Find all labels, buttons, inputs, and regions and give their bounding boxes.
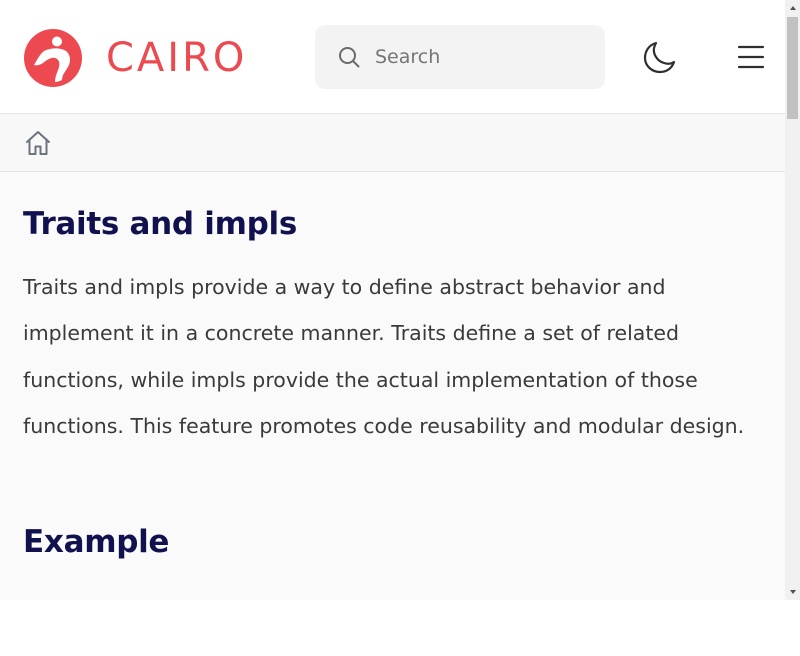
hamburger-menu-icon[interactable] bbox=[733, 41, 769, 73]
moon-icon[interactable] bbox=[640, 37, 680, 77]
search-input[interactable] bbox=[375, 25, 595, 89]
site-logo[interactable]: CAIRO bbox=[24, 29, 247, 87]
search-icon bbox=[339, 47, 360, 68]
scroll-up-arrow-icon[interactable] bbox=[785, 0, 800, 16]
home-icon[interactable] bbox=[23, 128, 53, 158]
breadcrumb bbox=[0, 114, 785, 172]
scrollbar-thumb[interactable] bbox=[787, 17, 798, 119]
search-box[interactable] bbox=[315, 25, 605, 89]
intro-paragraph: Traits and impls provide a way to define… bbox=[23, 275, 745, 438]
scroll-down-arrow-icon[interactable] bbox=[785, 584, 800, 600]
vertical-scrollbar[interactable] bbox=[785, 0, 800, 600]
section-heading-example: Example bbox=[23, 524, 170, 561]
page-title: Traits and impls bbox=[23, 206, 298, 242]
main-content: Traits and impls Traits and impls provid… bbox=[23, 172, 763, 562]
brand-name: CAIRO bbox=[106, 35, 248, 81]
page-viewport: CAIRO Traits and impls Traits and impls … bbox=[0, 0, 785, 600]
site-header: CAIRO bbox=[0, 0, 785, 114]
cairo-logo-icon bbox=[24, 29, 82, 87]
blank-area bbox=[0, 600, 800, 656]
